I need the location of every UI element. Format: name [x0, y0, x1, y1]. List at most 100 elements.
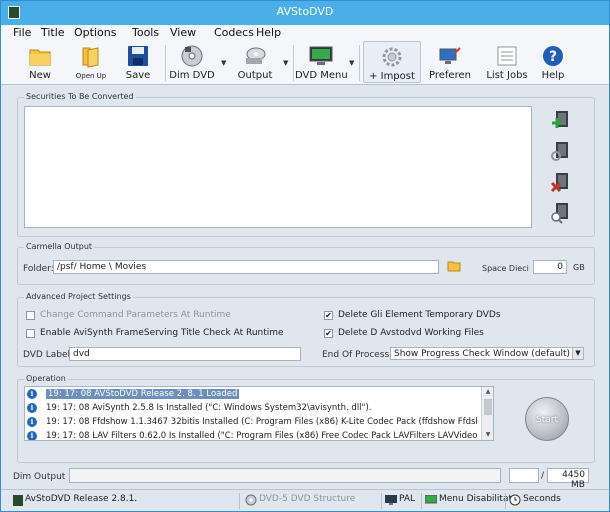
open-button[interactable]: Open Up [73, 41, 109, 83]
dvd-label-input[interactable]: dvd [69, 347, 301, 361]
window-title: AVStoDVD [276, 5, 334, 18]
advanced-group-title: Advanced Project Settings [24, 292, 133, 301]
menu-file[interactable]: File [13, 26, 31, 39]
change-params-label: Change Command Parameters At Runtime [40, 310, 231, 320]
app-status-icon [13, 495, 23, 506]
impost-button[interactable]: + Impost [363, 41, 421, 83]
remove-file-icon[interactable] [550, 172, 572, 194]
gear-icon [382, 47, 402, 67]
menu-status-icon [425, 495, 437, 504]
info-icon: i [27, 403, 37, 413]
dim-dvd-dropdown-icon[interactable]: ▼ [221, 59, 226, 67]
dim-output-separator: / [541, 471, 545, 481]
svg-text:?: ? [549, 49, 557, 65]
avisynth-label: Enable AviSynth FrameServing Title Check… [40, 328, 284, 338]
scroll-down-icon[interactable]: ▼ [482, 430, 494, 440]
log-row[interactable]: i 19: 17: 08 LAV Filters 0.62.0 Is Insta… [27, 430, 477, 440]
sources-list[interactable] [24, 106, 532, 228]
dim-output-value [509, 468, 539, 483]
status-separator [381, 493, 382, 509]
save-button[interactable]: Save [121, 41, 155, 83]
chevron-down-icon[interactable]: ▼ [572, 348, 583, 359]
monitor-icon [309, 46, 333, 65]
menu-options[interactable]: Options [74, 26, 116, 39]
info-icon: i [27, 389, 37, 399]
info-icon: i [27, 417, 37, 427]
help-icon: ? [543, 46, 563, 66]
dvd-structure-icon [245, 494, 257, 506]
list-jobs-button[interactable]: List Jobs [479, 41, 535, 83]
toolbar-separator [359, 45, 360, 81]
dim-output-bar [69, 468, 501, 483]
dvd-menu-dropdown-icon[interactable]: ▼ [349, 59, 354, 67]
app-window: AVStoDVD File Title Options Tools View C… [0, 0, 610, 512]
status-structure: DVD-5 DVD Structure [259, 494, 356, 504]
output-disc-icon [246, 47, 266, 64]
dim-dvd-button[interactable]: Dim DVD [169, 41, 215, 83]
status-seconds: Seconds [523, 494, 561, 504]
log-row[interactable]: i 19: 17: 08 AviSynth 2.5.8 Is Installed… [27, 402, 477, 415]
add-file-icon[interactable] [550, 110, 572, 132]
change-params-checkbox[interactable] [26, 311, 35, 320]
new-button[interactable]: New [23, 41, 57, 83]
output-group-title: Carmella Output [24, 242, 95, 251]
status-format: PAL [399, 494, 416, 504]
space-label: Space Dieci [482, 264, 529, 273]
output-dropdown-icon[interactable]: ▼ [283, 59, 288, 67]
space-input[interactable]: 0 [533, 260, 567, 274]
info-icon: i [27, 431, 37, 440]
menu-title[interactable]: Title [41, 26, 65, 39]
folder-new-icon [29, 49, 51, 66]
menu-tools[interactable]: Tools [132, 26, 159, 39]
list-icon [497, 46, 517, 66]
end-process-value: Show Progress Check Window (default) [394, 349, 570, 359]
sources-group-title: Securities To Be Converted [24, 92, 136, 101]
delete-temp-label: Delete Gli Element Temporary DVDs [338, 310, 501, 320]
menu-codecs[interactable]: Codecs [214, 26, 254, 39]
scroll-up-icon[interactable]: ▲ [482, 387, 494, 397]
folder-label: Folder: [23, 264, 54, 274]
end-process-label: End Of Process: [322, 350, 393, 360]
end-process-select[interactable]: Show Progress Check Window (default) ▼ [390, 347, 584, 360]
start-button[interactable]: Start [525, 397, 569, 441]
menu-help[interactable]: Help [256, 26, 281, 39]
dvd-size-box: 4450 MB [547, 468, 589, 490]
status-release: AvStoDVD Release 2.8.1. [25, 494, 138, 504]
delete-temp-checkbox[interactable]: ✔ [324, 311, 333, 320]
browse-folder-icon[interactable] [447, 260, 461, 272]
menu-bar: File Title Options Tools View Codecs Hel… [1, 25, 609, 41]
dvd-label-label: DVD Label: [23, 350, 74, 360]
floppy-disk-icon [128, 46, 148, 66]
output-button[interactable]: Output [235, 41, 275, 83]
help-button[interactable]: ? Help [535, 41, 571, 83]
folder-open-icon [82, 47, 99, 68]
pal-monitor-icon [385, 495, 397, 505]
avisynth-checkbox[interactable] [26, 329, 35, 338]
scroll-thumb[interactable] [484, 399, 492, 415]
dim-output-label: Dim Output [13, 472, 66, 482]
toolbar-separator [293, 45, 294, 81]
preview-file-icon[interactable] [550, 202, 572, 224]
log-row[interactable]: i 19: 17: 08 AVStoDVD Release 2. 8. 1 Lo… [27, 388, 477, 401]
toolbar: New Open Up Save Dim DVD ▼ Output ▼ DVD … [1, 41, 609, 85]
status-separator [239, 493, 240, 509]
status-separator [505, 493, 506, 509]
log-row[interactable]: i 19: 17: 08 Ffdshow 1.1.3467 32bitis In… [27, 416, 477, 429]
folder-input[interactable]: /psf/ Home \ Movies [53, 260, 439, 274]
delete-working-label: Delete D Avstodvd Working Files [338, 328, 484, 338]
dvd-menu-button[interactable]: DVD Menu [295, 41, 348, 83]
dvd-disc-icon [181, 45, 203, 67]
preferences-monitor-icon [439, 47, 461, 64]
preferences-button[interactable]: Preferen [423, 41, 477, 83]
operation-log[interactable]: i 19: 17: 08 AVStoDVD Release 2. 8. 1 Lo… [24, 386, 494, 441]
space-unit: GB [573, 263, 585, 272]
status-separator [421, 493, 422, 509]
delete-working-checkbox[interactable]: ✔ [324, 329, 333, 338]
toolbar-separator [165, 45, 166, 81]
log-scrollbar[interactable]: ▲ ▼ [481, 387, 493, 440]
operation-group-title: Operation [24, 374, 68, 383]
menu-view[interactable]: View [170, 26, 196, 39]
status-bar: AvStoDVD Release 2.8.1. DVD-5 DVD Struct… [1, 489, 609, 511]
title-bar[interactable]: AVStoDVD [1, 1, 609, 25]
edit-file-icon[interactable] [550, 141, 572, 163]
